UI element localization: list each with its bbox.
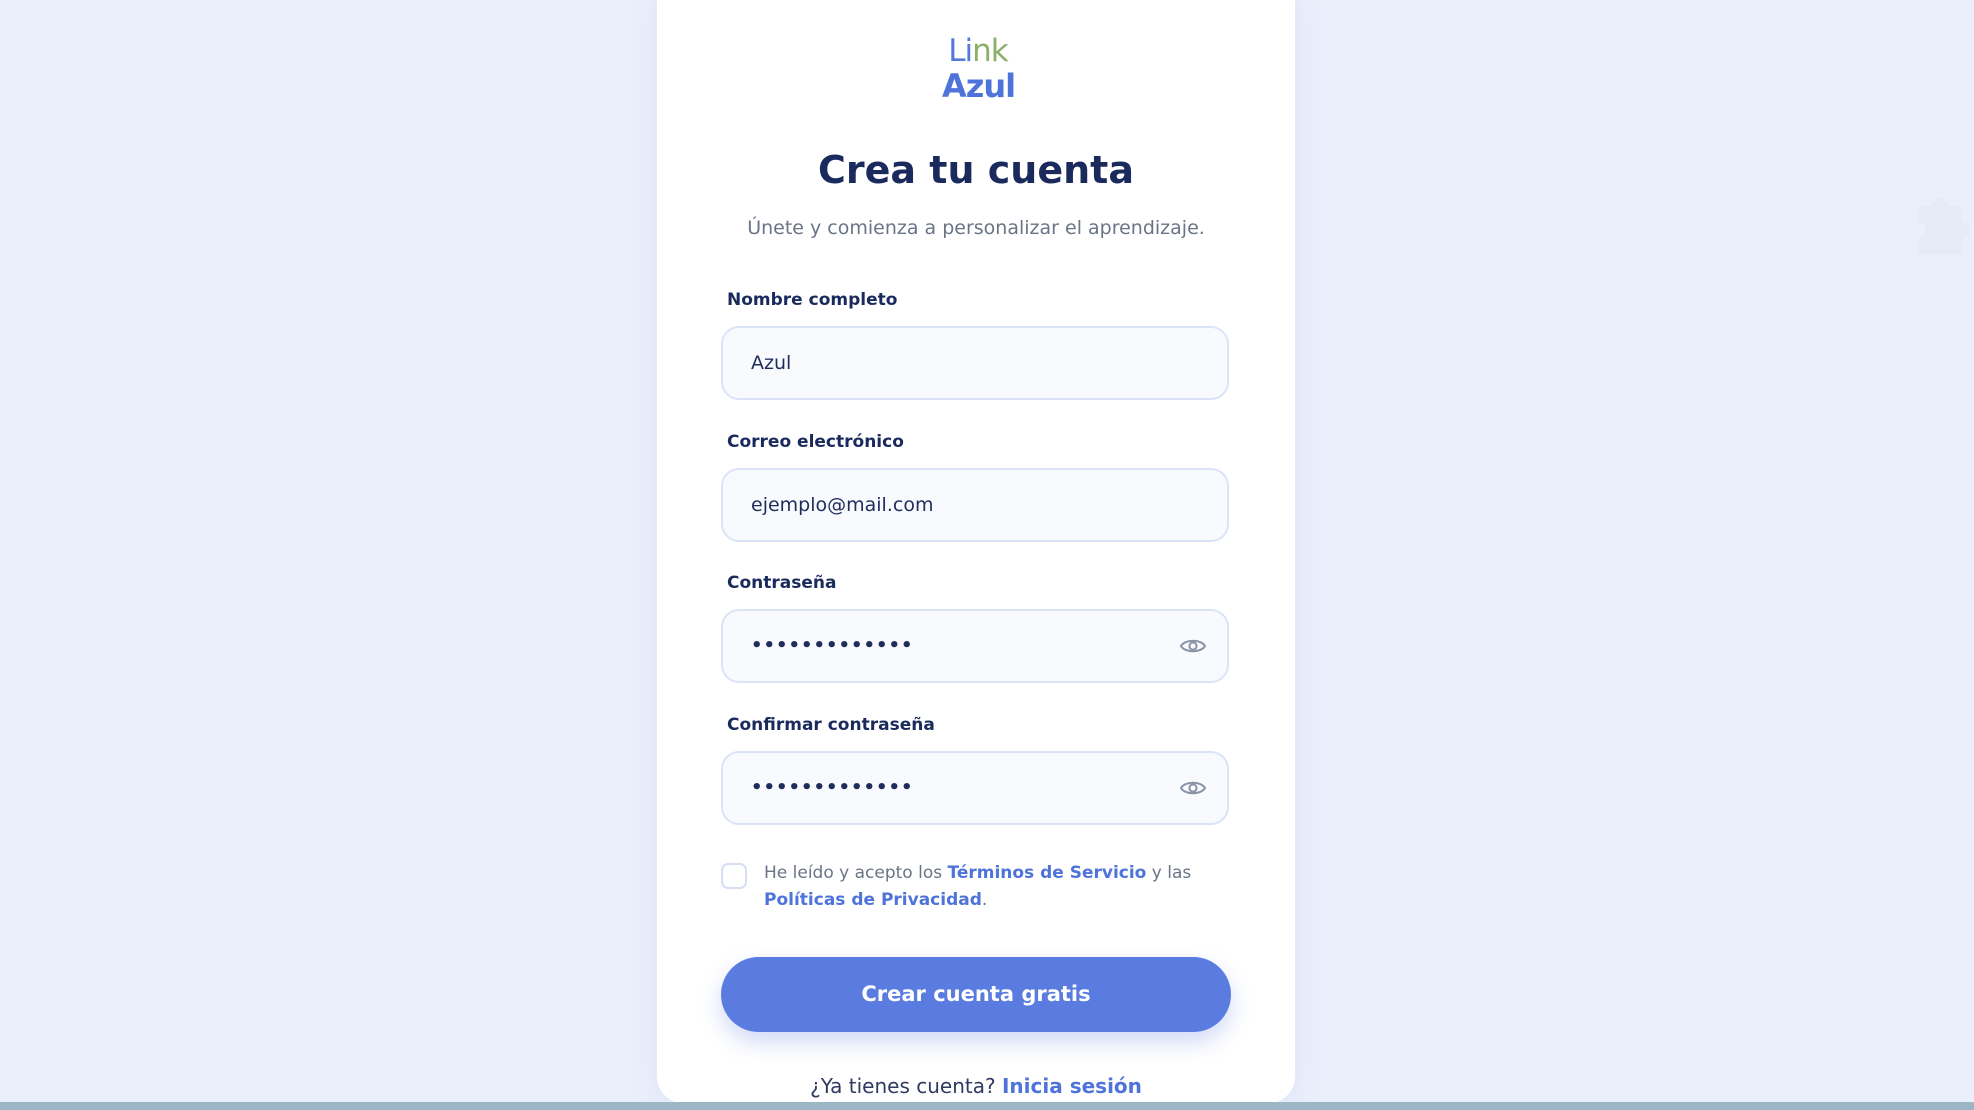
bottom-strip <box>0 1102 1974 1110</box>
password-value: ••••••••••••• <box>751 635 914 656</box>
eye-icon[interactable] <box>1179 777 1207 799</box>
password-label: Contraseña <box>727 573 837 593</box>
terms-of-service-link[interactable]: Términos de Servicio <box>947 863 1146 883</box>
login-link[interactable]: Inicia sesión <box>1002 1074 1142 1098</box>
login-prompt: ¿Ya tienes cuenta? Inicia sesión <box>657 1074 1295 1098</box>
brand-logo[interactable]: Link Azul <box>942 36 1016 106</box>
email-field[interactable]: ejemplo@mail.com <box>721 468 1229 542</box>
name-label: Nombre completo <box>727 290 898 310</box>
confirm-password-value: ••••••••••••• <box>751 777 914 798</box>
confirm-password-label: Confirmar contraseña <box>727 715 935 735</box>
terms-text-before: He leído y acepto los <box>764 863 948 883</box>
terms-text-middle: y las <box>1146 863 1192 883</box>
page-subtitle: Únete y comienza a personalizar el apren… <box>747 217 1205 239</box>
confirm-password-field[interactable]: ••••••••••••• <box>721 751 1229 825</box>
logo-text-nk: nk <box>972 33 1009 69</box>
name-field[interactable]: Azul <box>721 326 1229 400</box>
privacy-policy-link[interactable]: Políticas de Privacidad <box>764 890 982 910</box>
name-value: Azul <box>751 352 792 374</box>
logo-top-line: Link <box>942 36 1014 68</box>
logo-text-azul: Azul <box>942 67 1016 105</box>
create-account-button[interactable]: Crear cuenta gratis <box>721 957 1231 1032</box>
email-label: Correo electrónico <box>727 432 904 452</box>
password-field[interactable]: ••••••••••••• <box>721 609 1229 683</box>
puzzle-icon <box>1918 198 1970 254</box>
logo-text-li: Li <box>948 33 973 69</box>
page-title: Crea tu cuenta <box>818 148 1134 192</box>
eye-icon[interactable] <box>1179 635 1207 657</box>
terms-text: He leído y acepto los Términos de Servic… <box>764 860 1214 914</box>
email-value: ejemplo@mail.com <box>751 494 934 516</box>
login-prompt-text: ¿Ya tienes cuenta? <box>810 1074 996 1098</box>
terms-checkbox[interactable] <box>721 863 747 889</box>
terms-text-after: . <box>981 890 988 910</box>
